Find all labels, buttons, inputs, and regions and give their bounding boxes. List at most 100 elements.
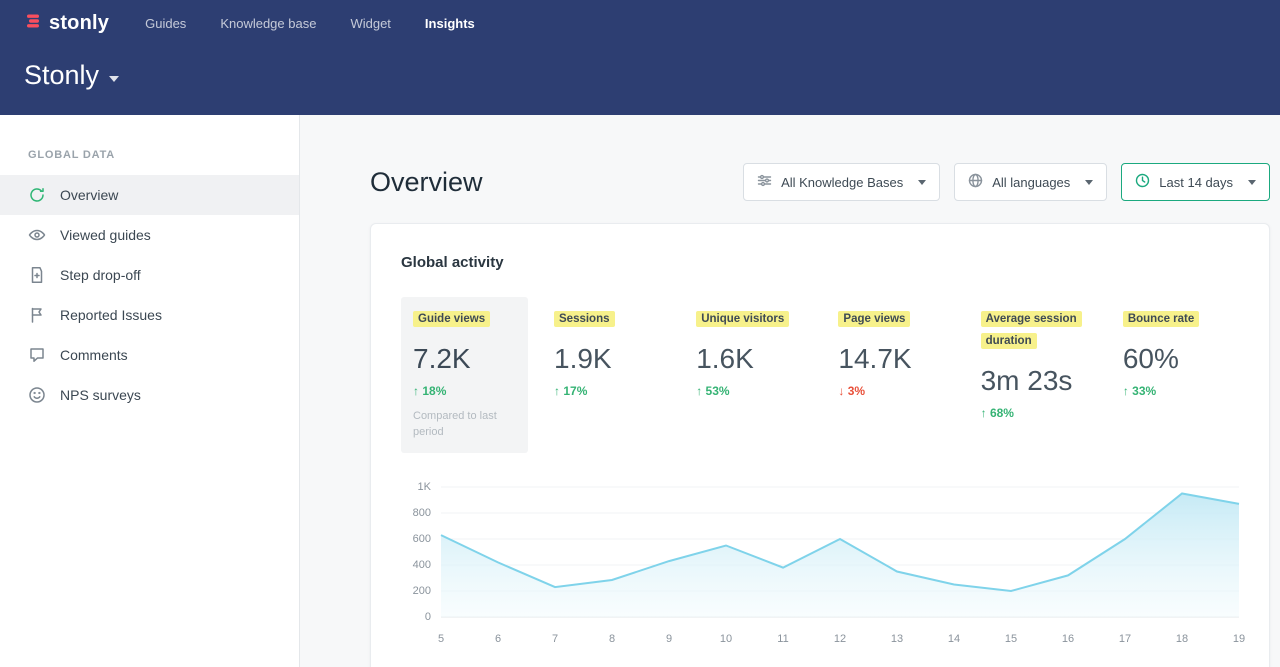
- metric-value: 14.7K: [838, 343, 942, 375]
- x-tick-label: 5: [438, 633, 444, 645]
- page-title: Overview: [370, 167, 483, 198]
- down-arrow-icon: ↓: [838, 384, 844, 398]
- metric-change: ↑ 17%: [554, 384, 658, 398]
- knowledge-bases-filter-value: All Knowledge Bases: [781, 175, 903, 190]
- up-arrow-icon: ↑: [413, 384, 419, 398]
- x-tick-label: 19: [1233, 633, 1245, 645]
- y-tick-label: 800: [413, 507, 431, 519]
- metric-value: 1.6K: [696, 343, 800, 375]
- x-tick-label: 11: [777, 633, 788, 645]
- sidebar-item-step-drop-off[interactable]: Step drop-off: [0, 255, 299, 295]
- metric-value: 7.2K: [413, 343, 516, 375]
- metric-bounce-rate[interactable]: Bounce rate 60% ↑ 33%: [1111, 297, 1239, 453]
- filters: All Knowledge Bases All languages: [743, 163, 1270, 201]
- workspace-selector[interactable]: Stonly: [24, 60, 119, 91]
- metric-change: ↑ 33%: [1123, 384, 1227, 398]
- languages-filter-value: All languages: [992, 175, 1070, 190]
- metric-label: Page views: [838, 311, 910, 327]
- comment-icon: [28, 346, 46, 364]
- metric-change: ↑ 18%: [413, 384, 516, 398]
- sidebar-item-label: Overview: [60, 187, 118, 203]
- sidebar-item-label: Step drop-off: [60, 267, 141, 283]
- chart-y-axis-labels: 1K8006004002000: [401, 487, 441, 617]
- metric-change: ↑ 53%: [696, 384, 800, 398]
- workspace-name: Stonly: [24, 60, 99, 91]
- metric-label: Bounce rate: [1123, 311, 1199, 327]
- sidebar-item-viewed-guides[interactable]: Viewed guides: [0, 215, 299, 255]
- x-tick-label: 6: [495, 633, 501, 645]
- languages-filter[interactable]: All languages: [954, 163, 1107, 201]
- metric-unique-visitors[interactable]: Unique visitors 1.6K ↑ 53%: [684, 297, 812, 453]
- sidebar-item-label: Viewed guides: [60, 227, 151, 243]
- stonly-logo-icon: [24, 12, 42, 35]
- clock-icon: [1135, 173, 1150, 191]
- nav-links: Guides Knowledge base Widget Insights: [145, 10, 475, 37]
- activity-icon: [28, 186, 46, 204]
- sidebar-item-label: NPS surveys: [60, 387, 141, 403]
- metric-average-session-duration[interactable]: Average session duration 3m 23s ↑ 68%: [969, 297, 1097, 453]
- nav-item-knowledge-base[interactable]: Knowledge base: [220, 10, 316, 37]
- chevron-down-icon: [918, 180, 926, 185]
- sidebar: GLOBAL DATA Overview Viewed guides Step …: [0, 115, 300, 667]
- x-tick-label: 12: [834, 633, 846, 645]
- y-tick-label: 0: [425, 611, 431, 623]
- x-tick-label: 15: [1005, 633, 1017, 645]
- chevron-down-icon: [109, 76, 119, 82]
- metric-change: ↑ 68%: [981, 406, 1085, 420]
- metric-label: Average session duration: [981, 311, 1082, 349]
- chevron-down-icon: [1248, 180, 1256, 185]
- chevron-down-icon: [1085, 180, 1093, 185]
- nav-item-guides[interactable]: Guides: [145, 10, 186, 37]
- x-tick-label: 10: [720, 633, 732, 645]
- y-tick-label: 200: [413, 585, 431, 597]
- x-tick-label: 13: [891, 633, 903, 645]
- sidebar-item-overview[interactable]: Overview: [0, 175, 299, 215]
- top-navigation: stonly Guides Knowledge base Widget Insi…: [0, 0, 1280, 37]
- date-range-filter[interactable]: Last 14 days: [1121, 163, 1270, 201]
- sidebar-item-nps-surveys[interactable]: NPS surveys: [0, 375, 299, 415]
- x-tick-label: 18: [1176, 633, 1188, 645]
- up-arrow-icon: ↑: [981, 406, 987, 420]
- chart-x-axis-labels: 5678910111213141516171819: [441, 617, 1239, 651]
- metric-sessions[interactable]: Sessions 1.9K ↑ 17%: [542, 297, 670, 453]
- metric-value: 3m 23s: [981, 365, 1085, 397]
- metric-value: 60%: [1123, 343, 1227, 375]
- x-tick-label: 16: [1062, 633, 1074, 645]
- x-tick-label: 17: [1119, 633, 1131, 645]
- main-content: Overview All Knowledge Bases All langua: [300, 115, 1280, 667]
- logo-text: stonly: [49, 12, 109, 35]
- x-tick-label: 9: [666, 633, 672, 645]
- date-range-filter-value: Last 14 days: [1159, 175, 1233, 190]
- metric-change: ↓ 3%: [838, 384, 942, 398]
- card-title: Global activity: [401, 254, 1239, 271]
- y-tick-label: 600: [413, 533, 431, 545]
- metric-guide-views[interactable]: Guide views 7.2K ↑ 18% Compared to last …: [401, 297, 528, 453]
- eye-icon: [28, 226, 46, 244]
- x-tick-label: 14: [948, 633, 960, 645]
- y-tick-label: 1K: [418, 481, 431, 493]
- up-arrow-icon: ↑: [1123, 384, 1129, 398]
- smiley-icon: [28, 386, 46, 404]
- global-activity-card: Global activity Guide views 7.2K ↑ 18% C…: [370, 223, 1270, 667]
- flag-icon: [28, 306, 46, 324]
- globe-icon: [968, 173, 983, 191]
- sidebar-item-label: Comments: [60, 347, 128, 363]
- metric-label: Guide views: [413, 311, 490, 327]
- metrics-row: Guide views 7.2K ↑ 18% Compared to last …: [401, 297, 1239, 453]
- metric-label: Unique visitors: [696, 311, 789, 327]
- y-tick-label: 400: [413, 559, 431, 571]
- x-tick-label: 7: [552, 633, 558, 645]
- nav-item-insights[interactable]: Insights: [425, 10, 475, 37]
- x-tick-label: 8: [609, 633, 615, 645]
- sidebar-item-comments[interactable]: Comments: [0, 335, 299, 375]
- metric-page-views[interactable]: Page views 14.7K ↓ 3%: [826, 297, 954, 453]
- up-arrow-icon: ↑: [554, 384, 560, 398]
- step-dropoff-icon: [28, 266, 46, 284]
- stonly-logo[interactable]: stonly: [24, 12, 109, 35]
- app-header: stonly Guides Knowledge base Widget Insi…: [0, 0, 1280, 115]
- metric-comparison-note: Compared to last period: [413, 408, 515, 441]
- nav-item-widget[interactable]: Widget: [350, 10, 390, 37]
- sidebar-section-label: GLOBAL DATA: [28, 149, 299, 161]
- knowledge-bases-filter[interactable]: All Knowledge Bases: [743, 163, 940, 201]
- sidebar-item-reported-issues[interactable]: Reported Issues: [0, 295, 299, 335]
